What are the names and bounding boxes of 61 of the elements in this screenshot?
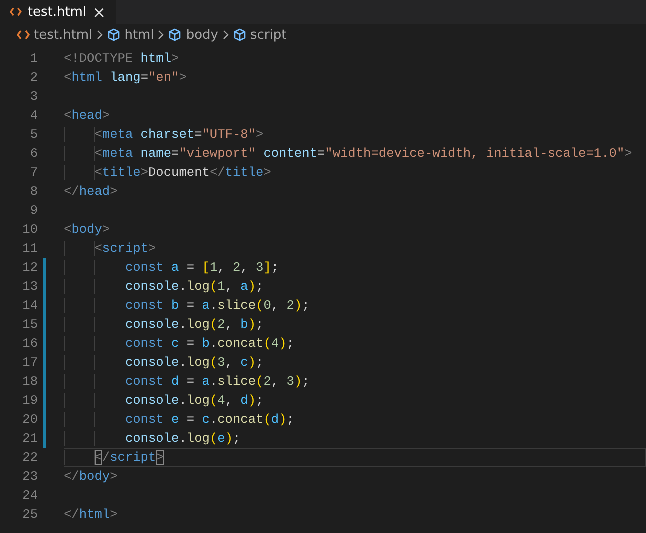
line-number: 5 bbox=[29, 126, 38, 144]
code-file-icon bbox=[10, 7, 22, 17]
line-number: 23 bbox=[22, 468, 38, 486]
code-line: </head> bbox=[64, 183, 119, 201]
line-number: 25 bbox=[22, 506, 38, 524]
code-line: const c = b.concat(4); bbox=[64, 334, 646, 353]
code-line: const b = a.slice(0, 2); bbox=[64, 296, 646, 315]
code-file-icon bbox=[17, 30, 30, 40]
code-line: console.log(4, d); bbox=[64, 391, 646, 410]
line-number: 2 bbox=[29, 69, 38, 87]
tab-label: test.html bbox=[28, 4, 87, 20]
cube-icon bbox=[232, 28, 246, 42]
line-number: 17 bbox=[22, 354, 38, 372]
code-line: const a = [1, 2, 3]; bbox=[64, 258, 646, 277]
line-number: 19 bbox=[22, 392, 38, 410]
code-line: console.log(2, b); bbox=[64, 315, 646, 334]
line-number: 13 bbox=[22, 278, 38, 296]
line-number: 10 bbox=[22, 221, 38, 239]
code-line: const d = a.slice(2, 3); bbox=[64, 372, 646, 391]
code-line: <html lang="en"> bbox=[64, 69, 188, 87]
cube-icon bbox=[106, 28, 121, 42]
breadcrumb-item[interactable]: html bbox=[106, 28, 154, 42]
code-line: <!DOCTYPE html> bbox=[64, 50, 180, 68]
line-number: 18 bbox=[22, 373, 38, 391]
line-number: 1 bbox=[29, 50, 38, 68]
code-line: <body> bbox=[64, 221, 112, 239]
line-number: 8 bbox=[29, 183, 38, 201]
code-line: console.log(1, a); bbox=[64, 277, 646, 296]
line-number: 20 bbox=[22, 411, 38, 429]
line-number: 12 bbox=[22, 259, 38, 277]
code-line: <title>Document</title> bbox=[64, 163, 646, 182]
chevron-icon bbox=[222, 30, 230, 40]
line-number: 16 bbox=[22, 335, 38, 353]
code-line: </body> bbox=[64, 468, 119, 486]
chevron-icon bbox=[96, 30, 104, 40]
line-number: 21 bbox=[22, 430, 38, 448]
line-number: 11 bbox=[22, 240, 38, 258]
line-number: 9 bbox=[29, 202, 38, 220]
line-number: 14 bbox=[22, 297, 38, 315]
breadcrumb-item[interactable]: body bbox=[168, 28, 218, 42]
chevron-icon bbox=[157, 30, 166, 40]
code-line: <meta name="viewport" content="width=device-width, initial-scale=1.0"> bbox=[64, 144, 646, 163]
line-number: 22 bbox=[22, 449, 38, 467]
cube-icon bbox=[168, 28, 182, 42]
editor-tab[interactable]: test.html × bbox=[0, 0, 116, 24]
code-line: console.log(3, c); bbox=[64, 353, 646, 372]
line-number: 3 bbox=[29, 88, 38, 106]
code-line: <script> bbox=[64, 239, 646, 258]
line-number: 24 bbox=[22, 487, 38, 505]
line-number: 6 bbox=[29, 145, 38, 163]
code-line: <head> bbox=[64, 107, 112, 125]
breadcrumb-item[interactable]: test.html bbox=[17, 28, 93, 42]
line-number: 15 bbox=[22, 316, 38, 334]
line-number: 4 bbox=[29, 107, 38, 125]
code-line: </html> bbox=[64, 506, 119, 524]
line-number: 7 bbox=[29, 164, 38, 182]
close-icon[interactable]: × bbox=[92, 2, 106, 22]
code-line: <meta charset="UTF-8"> bbox=[64, 125, 646, 144]
code-line: console.log(e); bbox=[64, 429, 646, 448]
breadcrumb-item[interactable]: script bbox=[232, 28, 287, 42]
code-line: const e = c.concat(d); bbox=[64, 410, 646, 429]
